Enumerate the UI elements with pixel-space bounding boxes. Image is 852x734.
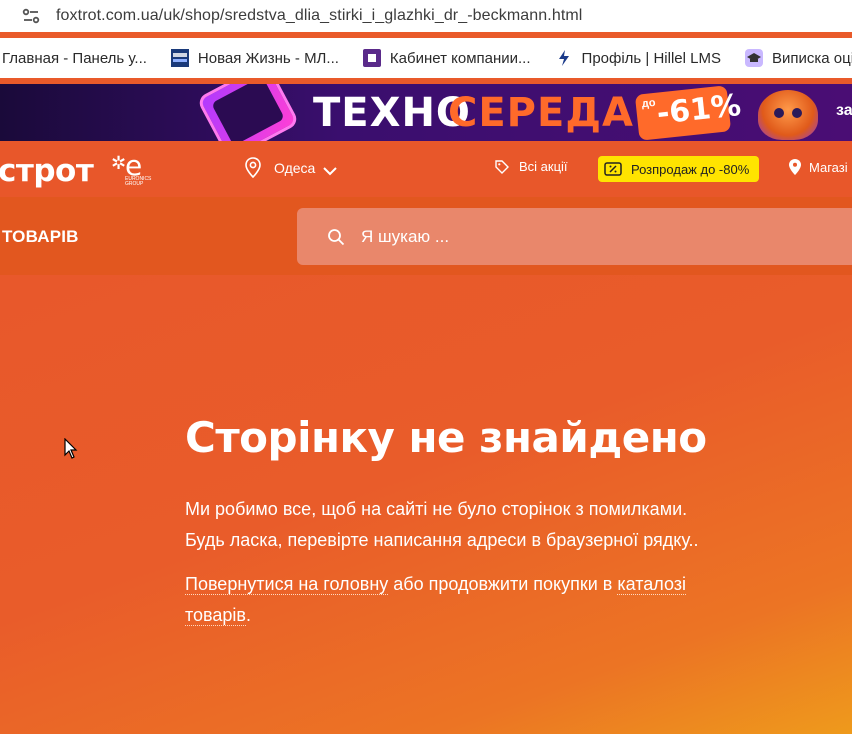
catalog-button[interactable]: ТОВАРІВ xyxy=(2,227,79,247)
bookmark-label: Главная - Панель у... xyxy=(2,49,147,67)
newlife-favicon-icon xyxy=(170,49,189,67)
search-icon xyxy=(327,228,345,246)
bookmark-item[interactable]: Главная - Панель у... xyxy=(2,50,147,67)
tag-icon xyxy=(495,159,509,174)
shops-link[interactable]: Магазі xyxy=(789,159,848,175)
all-promos-label: Всі акції xyxy=(519,159,568,174)
description-line-2: Будь ласка, перевірте написання адреси в… xyxy=(185,530,699,550)
site-settings-icon[interactable] xyxy=(22,7,40,25)
url-text[interactable]: foxtrot.com.ua/uk/shop/sredstva_dlia_sti… xyxy=(56,7,582,25)
end-dot: . xyxy=(246,605,252,625)
bookmark-label: Кабинет компании... xyxy=(389,49,531,67)
bookmark-label: Профіль | Hillel LMS xyxy=(581,49,721,67)
map-pin-icon xyxy=(789,159,801,175)
all-promos-link[interactable]: Всі акції xyxy=(495,159,568,174)
bookmarks-bar: Главная - Панель у... Новая Жизнь - МЛ..… xyxy=(0,38,852,78)
hillel-favicon-icon xyxy=(555,49,573,67)
group-label: EURONICS GROUP xyxy=(125,176,152,187)
discount-badge: до -61% xyxy=(634,85,743,141)
city-selector[interactable]: Одеса xyxy=(244,157,338,179)
fox-mascot-icon xyxy=(758,90,818,140)
return-paragraph: Повернутися на головну або продовжити по… xyxy=(185,569,687,631)
graduation-cap-favicon-icon xyxy=(744,49,763,67)
site-header: строт ✲ e EURONICS GROUP Одеса Всі акції … xyxy=(0,141,852,197)
bookmark-label: Новая Жизнь - МЛ... xyxy=(197,49,339,67)
discount-prefix: до xyxy=(641,96,657,111)
euronics-logo: ✲ e EURONICS GROUP xyxy=(111,149,152,187)
bookmark-item[interactable]: Кабинет компании... xyxy=(362,49,531,67)
star-icon: ✲ xyxy=(111,153,127,173)
sale-button[interactable]: Розпродаж до -80% xyxy=(598,156,760,182)
mid-text: або продовжити покупки в xyxy=(388,574,618,594)
shops-label: Магазі xyxy=(809,159,848,175)
page-title: Сторінку не знайдено xyxy=(185,413,707,462)
bookmark-item[interactable]: Профіль | Hillel LMS xyxy=(555,49,721,67)
bookmark-item[interactable]: Новая Жизнь - МЛ... xyxy=(170,49,339,67)
description-line-1: Ми робимо все, щоб на сайті не було стор… xyxy=(185,499,688,519)
square-favicon-icon xyxy=(362,49,381,67)
smartphone-illustration xyxy=(196,84,300,141)
logo-text[interactable]: строт xyxy=(0,153,94,189)
search-box[interactable] xyxy=(297,208,852,265)
error-description: Ми робимо все, щоб на сайті не було стор… xyxy=(185,494,699,556)
discount-ticket-icon xyxy=(604,162,622,176)
chevron-down-icon xyxy=(323,163,338,176)
discount-value: -61% xyxy=(655,88,743,132)
bookmark-label: Виписка оцін xyxy=(771,49,852,67)
catalog-link-part-2[interactable]: товарів xyxy=(185,605,246,626)
location-pin-icon xyxy=(244,157,262,179)
promo-banner[interactable]: ТЕХНО СЕРЕДА до -61% за xyxy=(0,84,852,141)
city-label: Одеса xyxy=(274,160,316,176)
promo-title-orange: СЕРЕДА xyxy=(448,90,634,136)
catalog-search-bar: ТОВАРІВ xyxy=(0,197,852,275)
mouse-cursor-icon xyxy=(64,437,78,460)
home-link[interactable]: Повернутися на головну xyxy=(185,574,389,595)
sale-button-label: Розпродаж до -80% xyxy=(631,161,750,177)
search-input[interactable] xyxy=(361,226,761,247)
promo-tail-text: за xyxy=(836,102,852,119)
not-found-section: Сторінку не знайдено Ми робимо все, щоб … xyxy=(0,275,852,734)
bookmark-item[interactable]: Виписка оцін xyxy=(744,49,852,67)
address-bar[interactable]: foxtrot.com.ua/uk/shop/sredstva_dlia_sti… xyxy=(0,0,852,32)
catalog-link-part-1[interactable]: каталозі xyxy=(617,574,687,595)
